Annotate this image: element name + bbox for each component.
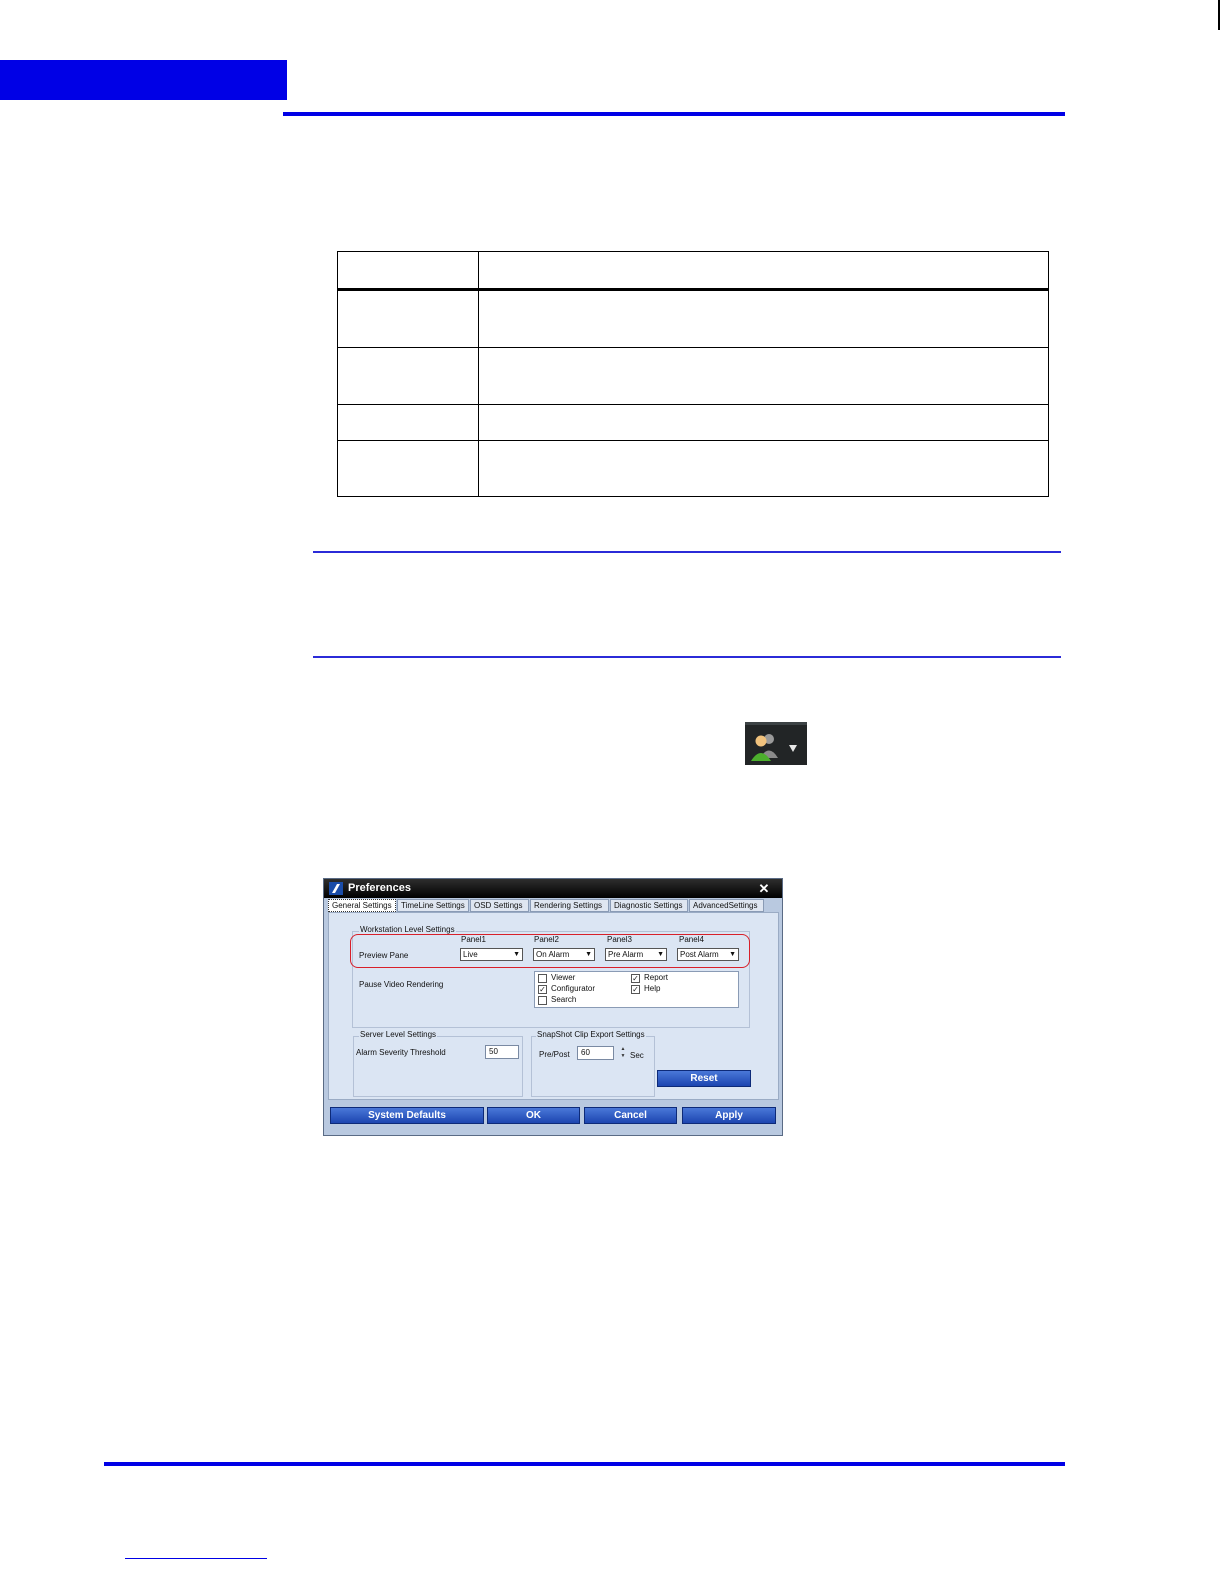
crop-mark [1218, 0, 1220, 30]
prepost-input[interactable]: 60 [577, 1046, 614, 1060]
reset-button[interactable]: Reset [657, 1070, 751, 1087]
chapter-tab [0, 60, 287, 100]
configurator-checkbox[interactable]: ✓ [538, 985, 547, 994]
preferences-dialog: Preferences ✕ General Settings TimeLine … [323, 878, 783, 1136]
search-label: Search [551, 995, 577, 1004]
stepper-up-icon[interactable]: ▲ [619, 1046, 627, 1053]
table-row-rule [338, 347, 1048, 348]
configurator-label: Configurator [551, 984, 596, 993]
table-column-rule [478, 252, 479, 496]
info-table [337, 251, 1049, 497]
alarm-threshold-label: Alarm Severity Threshold [356, 1048, 446, 1057]
footer-link-underline [125, 1558, 267, 1559]
tab-rendering-settings[interactable]: Rendering Settings [530, 899, 609, 912]
search-checkbox[interactable] [538, 996, 547, 1005]
stepper-down-icon[interactable]: ▼ [619, 1053, 627, 1060]
prepost-label: Pre/Post [539, 1050, 570, 1059]
note-rule-bottom [313, 656, 1061, 658]
viewer-checkbox[interactable] [538, 974, 547, 983]
system-defaults-button[interactable]: System Defaults [330, 1107, 484, 1124]
pause-rendering-label: Pause Video Rendering [359, 980, 444, 989]
report-checkbox[interactable]: ✓ [631, 974, 640, 983]
prepost-unit: Sec [630, 1051, 644, 1060]
table-row-rule [338, 440, 1048, 441]
note-rule-top [313, 551, 1061, 553]
dialog-titlebar: Preferences ✕ [324, 879, 782, 898]
app-logo-icon [329, 882, 343, 895]
tab-advanced-settings[interactable]: AdvancedSettings [689, 899, 764, 912]
alarm-threshold-input[interactable]: 50 [485, 1045, 519, 1059]
server-group-label: Server Level Settings [359, 1030, 438, 1039]
tab-general-settings[interactable]: General Settings [328, 899, 396, 912]
close-icon[interactable]: ✕ [754, 881, 774, 896]
dialog-title: Preferences [348, 882, 411, 894]
help-checkbox[interactable]: ✓ [631, 985, 640, 994]
users-icon [751, 734, 797, 761]
ok-button[interactable]: OK [487, 1107, 580, 1124]
prepost-stepper[interactable]: ▲ ▼ [619, 1046, 627, 1060]
users-toolbar-button[interactable] [745, 722, 807, 765]
report-label: Report [644, 973, 669, 982]
cancel-button[interactable]: Cancel [584, 1107, 677, 1124]
tab-osd-settings[interactable]: OSD Settings [470, 899, 529, 912]
tab-diagnostic-settings[interactable]: Diagnostic Settings [610, 899, 688, 912]
preview-pane-highlight [350, 934, 750, 968]
snapshot-group-label: SnapShot Clip Export Settings [536, 1030, 646, 1039]
tab-timeline-settings[interactable]: TimeLine Settings [397, 899, 469, 912]
help-label: Help [644, 984, 661, 993]
table-row-rule [338, 404, 1048, 405]
table-header-rule [338, 288, 1048, 291]
header-rule [283, 112, 1065, 116]
viewer-label: Viewer [551, 973, 576, 982]
apply-button[interactable]: Apply [682, 1107, 776, 1124]
chevron-down-icon [789, 745, 797, 752]
workstation-group-label: Workstation Level Settings [359, 925, 456, 934]
footer-rule [104, 1462, 1065, 1466]
